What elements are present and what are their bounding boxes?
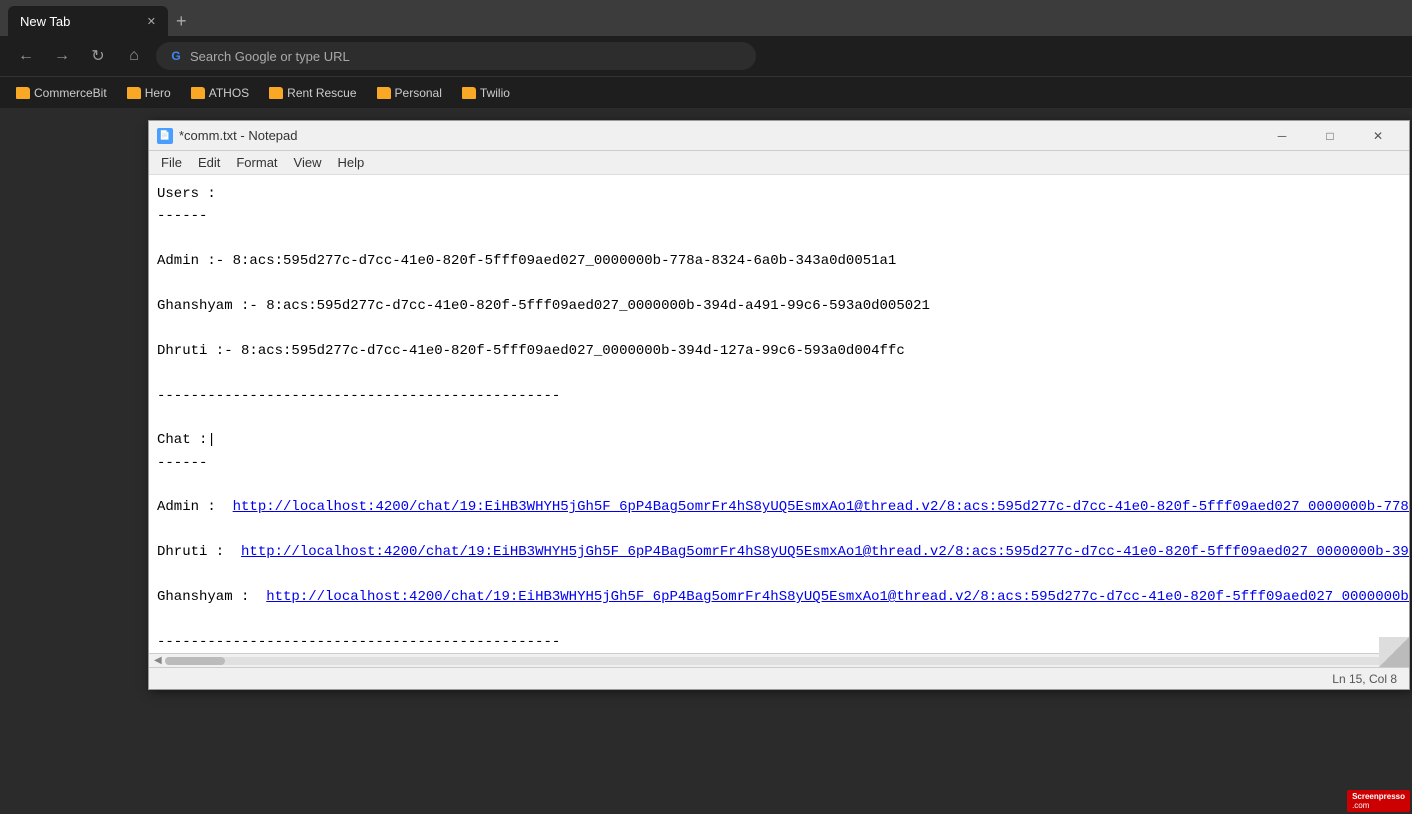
text-line: Ghanshyam : http://localhost:4200/chat/1… — [157, 589, 1409, 605]
screenpresso-watermark: Screenpresso .com — [1347, 790, 1410, 812]
notepad-menubar: File Edit Format View Help — [149, 151, 1409, 175]
refresh-button[interactable]: ↻ — [84, 42, 112, 70]
notepad-text-area[interactable]: Users : ------ Admin :- 8:acs:595d277c-d… — [149, 175, 1409, 653]
back-button[interactable]: ← — [12, 42, 40, 70]
text-line: Admin :- 8:acs:595d277c-d7cc-41e0-820f-5… — [157, 253, 896, 269]
bookmark-label: CommerceBit — [34, 86, 107, 100]
folder-icon — [462, 87, 476, 99]
window-controls: ─ □ ✕ — [1259, 122, 1401, 150]
bookmark-label: Rent Rescue — [287, 86, 356, 100]
screenpresso-line1: Screenpresso — [1352, 792, 1405, 801]
close-button[interactable]: ✕ — [1355, 122, 1401, 150]
tab-title: New Tab — [20, 14, 70, 29]
bookmark-rent-rescue[interactable]: Rent Rescue — [261, 83, 364, 103]
bookmark-hero[interactable]: Hero — [119, 83, 179, 103]
address-bar-text: Search Google or type URL — [190, 49, 350, 64]
fold-corner-decoration — [1379, 637, 1409, 667]
tab-list: New Tab ✕ + — [8, 0, 195, 36]
url-link[interactable]: http://localhost:4200/chat/19:EiHB3WHYH5… — [233, 499, 1409, 515]
text-line: Dhruti :- 8:acs:595d277c-d7cc-41e0-820f-… — [157, 343, 905, 359]
text-line: Ghanshyam :- 8:acs:595d277c-d7cc-41e0-82… — [157, 298, 930, 314]
google-logo-icon: G — [168, 48, 184, 64]
new-tab-button[interactable]: + — [168, 7, 195, 36]
scrollbar-track[interactable] — [165, 657, 1394, 665]
address-bar[interactable]: G Search Google or type URL — [156, 42, 756, 70]
text-line: Dhruti : http://localhost:4200/chat/19:E… — [157, 544, 1409, 560]
scroll-left-arrow[interactable]: ◀ — [151, 655, 165, 666]
folder-icon — [191, 87, 205, 99]
bookmark-personal[interactable]: Personal — [369, 83, 450, 103]
menu-edit[interactable]: Edit — [190, 153, 228, 172]
screenpresso-line2: .com — [1352, 801, 1405, 810]
bookmark-twilio[interactable]: Twilio — [454, 83, 518, 103]
bookmarks-bar: CommerceBit Hero ATHOS Rent Rescue Perso… — [0, 76, 1412, 108]
notepad-title: *comm.txt - Notepad — [179, 128, 1253, 143]
bookmark-label: Personal — [395, 86, 442, 100]
text-line: ----------------------------------------… — [157, 634, 560, 650]
maximize-button[interactable]: □ — [1307, 122, 1353, 150]
tab-close-button[interactable]: ✕ — [147, 15, 156, 28]
notepad-statusbar: Ln 15, Col 8 — [149, 667, 1409, 689]
minimize-button[interactable]: ─ — [1259, 122, 1305, 150]
bookmark-label: ATHOS — [209, 86, 249, 100]
menu-view[interactable]: View — [286, 153, 330, 172]
url-link[interactable]: http://localhost:4200/chat/19:EiHB3WHYH5… — [266, 589, 1409, 605]
scrollbar-thumb[interactable] — [165, 657, 225, 665]
forward-button[interactable]: → — [48, 42, 76, 70]
notepad-window: 📄 *comm.txt - Notepad ─ □ ✕ File Edit Fo… — [148, 120, 1410, 690]
bookmark-label: Hero — [145, 86, 171, 100]
text-cursor — [207, 432, 215, 448]
text-line: Users : — [157, 186, 216, 202]
url-link[interactable]: http://localhost:4200/chat/19:EiHB3WHYH5… — [241, 544, 1409, 560]
text-line: ------ — [157, 455, 207, 471]
home-button[interactable]: ⌂ — [120, 42, 148, 70]
folder-icon — [16, 87, 30, 99]
menu-file[interactable]: File — [153, 153, 190, 172]
address-row: ← → ↻ ⌂ G Search Google or type URL — [0, 36, 1412, 76]
folder-icon — [127, 87, 141, 99]
notepad-titlebar: 📄 *comm.txt - Notepad ─ □ ✕ — [149, 121, 1409, 151]
text-line: ----------------------------------------… — [157, 388, 560, 404]
text-line: Chat : — [157, 432, 216, 448]
text-line: ------ — [157, 208, 207, 224]
menu-format[interactable]: Format — [228, 153, 285, 172]
active-tab[interactable]: New Tab ✕ — [8, 6, 168, 36]
folder-icon — [377, 87, 391, 99]
bookmark-athos[interactable]: ATHOS — [183, 83, 257, 103]
chrome-tab-strip: New Tab ✕ + — [0, 0, 1412, 36]
horizontal-scrollbar[interactable]: ◀ ▶ — [149, 653, 1409, 667]
notepad-app-icon: 📄 — [157, 128, 173, 144]
cursor-position: Ln 15, Col 8 — [1332, 672, 1397, 686]
bookmark-label: Twilio — [480, 86, 510, 100]
browser-content: 📄 *comm.txt - Notepad ─ □ ✕ File Edit Fo… — [0, 108, 1412, 814]
text-line: Admin : http://localhost:4200/chat/19:Ei… — [157, 499, 1409, 515]
bookmark-commercebit[interactable]: CommerceBit — [8, 83, 115, 103]
menu-help[interactable]: Help — [329, 153, 372, 172]
folder-icon — [269, 87, 283, 99]
